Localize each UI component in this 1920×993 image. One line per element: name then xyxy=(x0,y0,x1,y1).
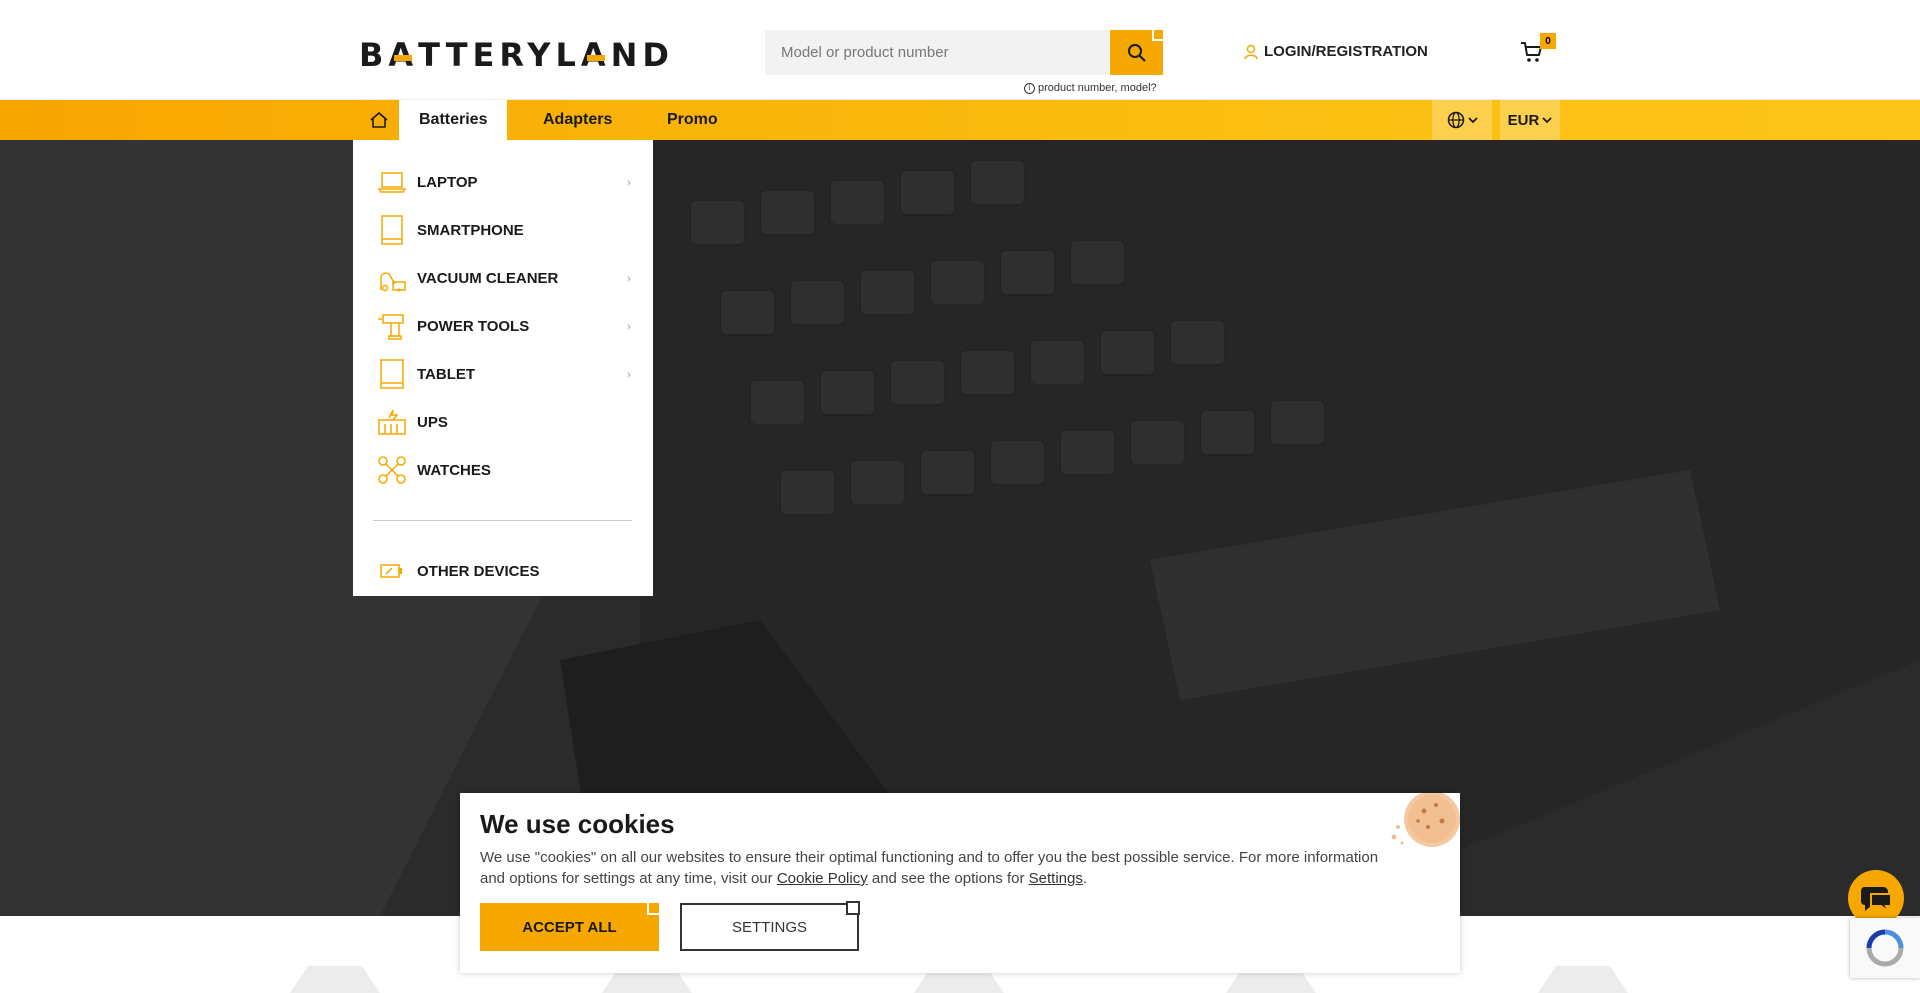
search-button[interactable] xyxy=(1110,28,1165,75)
home-button[interactable] xyxy=(359,100,399,140)
power-drill-icon xyxy=(377,311,407,341)
chevron-right-icon: › xyxy=(627,367,631,381)
menu-item-label: TABLET xyxy=(417,365,476,383)
language-selector[interactable] xyxy=(1432,100,1492,140)
nav-item-adapters[interactable]: Adapters xyxy=(523,100,632,140)
menu-divider xyxy=(373,520,632,521)
menu-item-other-devices[interactable]: OTHER DEVICES xyxy=(353,547,653,595)
cookie-settings-label: SETTINGS xyxy=(731,918,807,936)
user-icon xyxy=(1244,44,1258,59)
search-input[interactable]: Model or product number xyxy=(765,30,1109,75)
nav-item-promo[interactable]: Promo xyxy=(647,100,738,140)
menu-item-label: SMARTPHONE xyxy=(417,221,524,239)
nav-item-batteries[interactable]: Batteries xyxy=(399,100,508,140)
currency-selector[interactable]: EUR xyxy=(1500,100,1560,140)
menu-item-tablet[interactable]: TABLET › xyxy=(353,350,653,398)
laptop-icon xyxy=(377,167,407,197)
chat-icon xyxy=(1861,887,1892,913)
drone-icon xyxy=(377,455,407,485)
battery-icon xyxy=(377,556,407,586)
menu-item-vacuum-cleaner[interactable]: VACUUM CLEANER › xyxy=(353,254,653,302)
cookie-settings-link[interactable]: Settings xyxy=(1029,870,1083,887)
menu-item-label: POWER TOOLS xyxy=(417,317,530,335)
batteries-dropdown-menu: LAPTOP › SMARTPHONE VACUUM CLEANER › POW… xyxy=(353,140,653,596)
menu-item-label: LAPTOP xyxy=(417,173,478,191)
menu-item-power-tools[interactable]: POWER TOOLS › xyxy=(353,302,653,350)
tablet-icon xyxy=(377,359,407,389)
search-hint[interactable]: i product number, model? xyxy=(1024,82,1157,94)
menu-item-label: OTHER DEVICES xyxy=(417,562,540,580)
cookie-settings-button[interactable]: SETTINGS xyxy=(680,901,860,951)
vacuum-cleaner-icon xyxy=(377,263,407,293)
cookie-text-part: . xyxy=(1082,870,1088,887)
cookie-description: We use "cookies" on all our websites to … xyxy=(480,847,1380,889)
cookie-icon xyxy=(1391,793,1460,847)
menu-item-laptop[interactable]: LAPTOP › xyxy=(353,158,653,206)
menu-item-label: VACUUM CLEANER xyxy=(417,269,559,287)
main-nav: Batteries Adapters Promo EUR xyxy=(0,100,1920,140)
recaptcha-icon xyxy=(1866,929,1904,967)
chevron-right-icon: › xyxy=(627,271,631,285)
chevron-down-icon xyxy=(1542,116,1552,123)
site-header: BATTERYLAND Model or product number i pr… xyxy=(0,0,1920,100)
accept-all-button[interactable]: ACCEPT ALL xyxy=(480,901,661,951)
menu-item-smartphone[interactable]: SMARTPHONE xyxy=(353,206,653,254)
login-label: LOGIN/REGISTRATION xyxy=(1264,43,1428,60)
search-icon xyxy=(1127,43,1146,62)
search-placeholder: Model or product number xyxy=(781,44,949,61)
menu-item-ups[interactable]: UPS xyxy=(353,398,653,446)
cart-count-badge: 0 xyxy=(1540,33,1556,49)
chevron-right-icon: › xyxy=(627,175,631,189)
cookie-policy-link[interactable]: Cookie Policy xyxy=(777,870,868,887)
accept-all-label: ACCEPT ALL xyxy=(522,918,617,936)
nav-item-label: Batteries xyxy=(419,111,488,128)
site-logo[interactable]: BATTERYLAND xyxy=(359,36,674,74)
ups-icon xyxy=(377,407,407,437)
cart-button[interactable]: 0 xyxy=(1520,33,1556,69)
menu-item-label: WATCHES xyxy=(417,461,491,479)
login-link[interactable]: LOGIN/REGISTRATION xyxy=(1244,43,1428,60)
info-icon: i xyxy=(1024,82,1035,94)
cookie-title: We use cookies xyxy=(480,809,675,839)
globe-icon xyxy=(1447,111,1464,129)
nav-item-label: Adapters xyxy=(543,111,613,128)
smartphone-icon xyxy=(377,215,407,245)
cookie-consent-banner: We use cookies We use "cookies" on all o… xyxy=(460,793,1460,973)
chevron-down-icon xyxy=(1467,116,1478,123)
home-icon xyxy=(370,112,388,128)
search-hint-text: product number, model? xyxy=(1038,82,1157,94)
recaptcha-badge[interactable] xyxy=(1850,918,1920,978)
menu-item-label: UPS xyxy=(417,413,448,431)
nav-item-label: Promo xyxy=(667,111,718,128)
currency-label: EUR xyxy=(1507,111,1540,129)
menu-item-watches[interactable]: WATCHES xyxy=(353,446,653,494)
chevron-right-icon: › xyxy=(627,319,631,333)
cookie-text-part: and see the options for xyxy=(867,870,1029,887)
